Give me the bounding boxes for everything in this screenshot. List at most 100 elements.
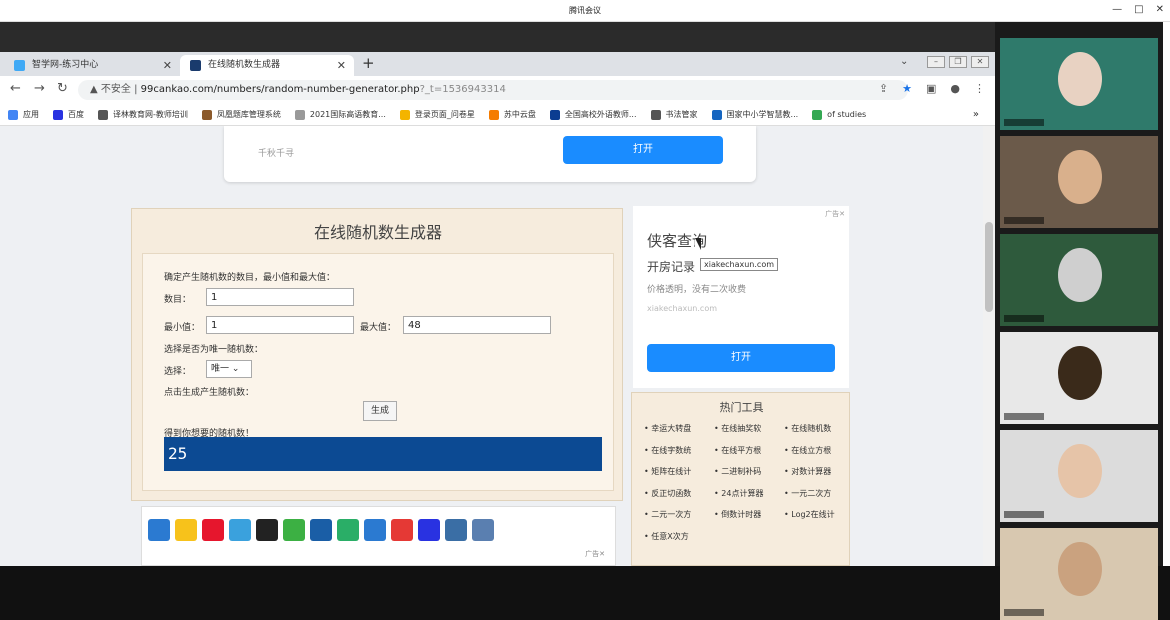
reload-icon[interactable]: ↻ bbox=[57, 81, 68, 96]
hot-tool-link[interactable]: • 幸运大转盘 bbox=[644, 423, 691, 434]
baidu-icon[interactable] bbox=[418, 519, 440, 541]
participant-name-tag bbox=[1004, 511, 1044, 518]
bookmark-item[interactable]: 全国高校外语教师... bbox=[549, 109, 637, 120]
min-input[interactable] bbox=[206, 316, 354, 334]
address-bar[interactable]: ▲ 不安全 | 99cankao.com/numbers/random-numb… bbox=[78, 80, 908, 100]
hot-tool-link[interactable]: • 二进制补码 bbox=[714, 466, 761, 477]
bookmark-label: 全国高校外语教师... bbox=[564, 110, 637, 119]
wechat-icon[interactable] bbox=[337, 519, 359, 541]
bookmark-item[interactable]: 苏中云盘 bbox=[488, 109, 536, 120]
back-icon[interactable]: ← bbox=[10, 81, 21, 96]
participant-video[interactable] bbox=[1000, 528, 1158, 620]
participant-video[interactable] bbox=[1000, 136, 1158, 228]
bookmark-favicon-icon bbox=[53, 109, 63, 120]
count-input[interactable] bbox=[206, 288, 354, 306]
anchor-icon[interactable] bbox=[364, 519, 386, 541]
generate-button[interactable]: 生成 bbox=[363, 401, 397, 421]
maximize-icon[interactable]: □ bbox=[1134, 4, 1143, 15]
print-icon[interactable] bbox=[472, 519, 494, 541]
participant-video[interactable] bbox=[1000, 430, 1158, 522]
restore-icon[interactable]: ❐ bbox=[949, 56, 967, 68]
bookmark-item[interactable]: of studies bbox=[812, 109, 866, 120]
bookmark-item[interactable]: 凤凰题库管理系统 bbox=[201, 109, 281, 120]
bookmark-icon[interactable] bbox=[445, 519, 467, 541]
new-tab-icon[interactable]: + bbox=[362, 54, 375, 72]
web-page: 千秋千寻 打开 在线随机数生成器 确定产生随机数的数目，最小值和最大值： 数目：… bbox=[0, 126, 995, 566]
hot-tools-title: 热门工具 bbox=[719, 401, 764, 414]
profile-icon[interactable]: ● bbox=[950, 82, 960, 95]
more-bookmarks-icon[interactable]: » bbox=[973, 109, 979, 120]
weibo-icon[interactable] bbox=[202, 519, 224, 541]
scrollbar-thumb[interactable] bbox=[985, 222, 993, 312]
participant-video[interactable] bbox=[1000, 332, 1158, 424]
sidebar-icon[interactable]: ▣ bbox=[926, 82, 936, 95]
tencent-weibo-icon[interactable] bbox=[229, 519, 251, 541]
address-actions: ⇪ ★ ▣ ● ⋮ bbox=[879, 82, 985, 95]
hot-tool-link[interactable]: • 在线字数统 bbox=[644, 445, 691, 456]
tab-search-chevron-icon[interactable]: ⌄ bbox=[900, 56, 908, 67]
hot-tool-link[interactable]: • 在线立方根 bbox=[784, 445, 831, 456]
bookmark-item[interactable]: 百度 bbox=[53, 109, 84, 120]
plus-share-icon[interactable] bbox=[148, 519, 170, 541]
tab-zhixue[interactable]: 智学网-练习中心 ✕ bbox=[4, 55, 180, 76]
participant-name-tag bbox=[1004, 217, 1044, 224]
hot-tool-link[interactable]: • 倒数计时器 bbox=[714, 509, 761, 520]
hot-tool-link[interactable]: • 任意X次方 bbox=[644, 531, 689, 542]
menu-icon[interactable]: ⋮ bbox=[974, 82, 985, 95]
ad-description: 价格透明，没有二次收费 bbox=[647, 285, 747, 295]
hot-tool-link[interactable]: • 在线平方根 bbox=[714, 445, 761, 456]
max-input[interactable] bbox=[403, 316, 551, 334]
bookmark-item[interactable]: 书法管家 bbox=[650, 109, 698, 120]
bookmark-item[interactable]: 译林教育网-教师培训 bbox=[98, 109, 188, 120]
close-tab-icon[interactable]: ✕ bbox=[163, 55, 172, 76]
window-controls: — □ ✕ bbox=[1112, 4, 1164, 15]
top-open-button[interactable]: 打开 bbox=[563, 136, 723, 164]
participant-face bbox=[1058, 52, 1102, 106]
participant-video[interactable] bbox=[1000, 234, 1158, 326]
insecure-label: 不安全 bbox=[100, 84, 131, 95]
hot-tool-link[interactable]: • 24点计算器 bbox=[714, 488, 763, 499]
close-icon[interactable]: ✕ bbox=[1156, 4, 1164, 15]
hot-tool-link[interactable]: • Log2在线计 bbox=[784, 509, 835, 520]
renren-icon[interactable] bbox=[310, 519, 332, 541]
hot-tool-link[interactable]: • 二元一次方 bbox=[644, 509, 691, 520]
minimize-icon[interactable]: – bbox=[927, 56, 945, 68]
hot-tool-link[interactable]: • 一元二次方 bbox=[784, 488, 831, 499]
ad-subtitle: 开房记录 bbox=[647, 260, 696, 274]
hot-tool-link[interactable]: • 反正切函数 bbox=[644, 488, 691, 499]
qq-icon[interactable] bbox=[256, 519, 278, 541]
hot-tool-link[interactable]: • 在线抽奖软 bbox=[714, 423, 761, 434]
hot-tool-link[interactable]: • 矩阵在线计 bbox=[644, 466, 691, 477]
bookmark-item[interactable]: 应用 bbox=[8, 109, 39, 120]
unique-select[interactable]: 唯一 ⌄ bbox=[206, 360, 252, 378]
close-icon[interactable]: ✕ bbox=[971, 56, 989, 68]
bookmark-label: 书法管家 bbox=[665, 110, 698, 119]
side-ad-card: 广告✕ 侠客查询 开房记录 xiakechaxun.com 价格透明，没有二次收… bbox=[633, 206, 849, 388]
meeting-title-bar: 腾讯会议 — □ ✕ bbox=[0, 0, 1170, 22]
bookmark-item[interactable]: 2021国际高语教育... bbox=[294, 109, 386, 120]
hot-tool-link[interactable]: • 对数计算器 bbox=[784, 466, 831, 477]
participant-face bbox=[1058, 150, 1102, 204]
select-value: 唯一 bbox=[211, 364, 230, 374]
tab-random-generator[interactable]: 在线随机数生成器 ✕ bbox=[180, 55, 354, 76]
minimize-icon[interactable]: — bbox=[1112, 4, 1122, 15]
bookmark-favicon-icon bbox=[711, 109, 722, 120]
clover-icon[interactable] bbox=[283, 519, 305, 541]
share-ad-mark[interactable]: 广告✕ bbox=[585, 549, 605, 559]
star-icon[interactable] bbox=[391, 519, 413, 541]
ad-mark[interactable]: 广告✕ bbox=[825, 209, 845, 219]
hot-tool-link[interactable]: • 在线随机数 bbox=[784, 423, 831, 434]
close-tab-icon[interactable]: ✕ bbox=[337, 55, 346, 76]
qzone-icon[interactable] bbox=[175, 519, 197, 541]
share-icon[interactable]: ⇪ bbox=[879, 82, 888, 95]
page-scrollbar[interactable] bbox=[983, 126, 995, 566]
participant-video[interactable] bbox=[1000, 38, 1158, 130]
mouse-cursor-icon bbox=[695, 238, 701, 250]
generator-panel: 在线随机数生成器 确定产生随机数的数目，最小值和最大值： 数目： 最小值： 最大… bbox=[131, 208, 623, 501]
bookmark-item[interactable]: 登录页面_问卷星 bbox=[399, 109, 475, 120]
bookmark-star-icon[interactable]: ★ bbox=[902, 82, 912, 95]
forward-icon[interactable]: → bbox=[34, 81, 45, 96]
ad-open-button[interactable]: 打开 bbox=[647, 344, 835, 372]
participant-face bbox=[1058, 542, 1102, 596]
bookmark-item[interactable]: 国家中小学智慧教... bbox=[711, 109, 798, 120]
